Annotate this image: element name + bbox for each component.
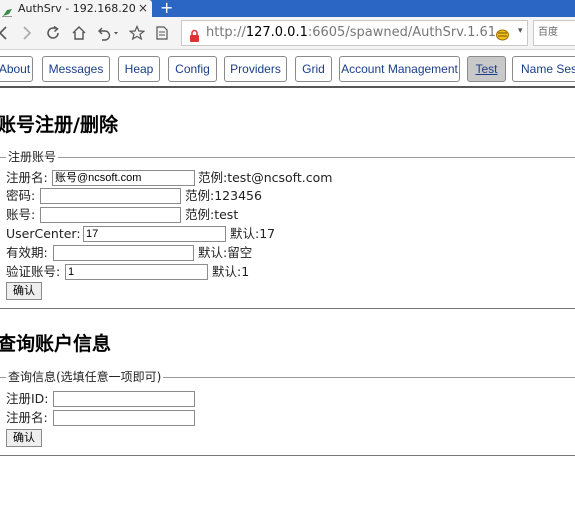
password-input[interactable] [40, 188, 181, 204]
tab-title: AuthSrv - 192.168.20.100 [18, 2, 136, 15]
verify-account-input[interactable]: 1 [65, 264, 208, 280]
query-legend: 查询信息(选填任意一项即可) [6, 369, 164, 385]
nav-grid-button[interactable]: Grid [295, 56, 332, 82]
undo-icon[interactable] [96, 25, 120, 41]
register-legend: 注册账号 [6, 149, 59, 165]
account-input[interactable] [40, 207, 181, 223]
field-label-account: 账号: [6, 207, 36, 222]
page-nav: About Messages Heap Config Providers Gri… [0, 50, 575, 88]
user-center-input[interactable]: 17 [83, 226, 226, 242]
register-confirm-button[interactable]: 确认 [6, 282, 42, 300]
user-center-hint: 默认:17 [230, 226, 276, 241]
browser-toolbar: http://127.0.0.1:6605/spawned/AuthSrv.1.… [0, 17, 575, 50]
field-label-query-register-name: 注册名: [6, 410, 48, 425]
extension-icon[interactable] [495, 26, 510, 45]
url-text: http://127.0.0.1:6605/spawned/AuthSrv.1.… [206, 25, 496, 40]
forward-icon[interactable] [21, 25, 33, 41]
section-divider [0, 308, 575, 309]
address-bar[interactable]: http://127.0.0.1:6605/spawned/AuthSrv.1.… [181, 20, 528, 46]
register-name-input[interactable]: 账号@ncsoft.com [52, 170, 195, 186]
tab-favicon-icon [2, 3, 13, 18]
home-icon[interactable] [71, 25, 87, 41]
register-name-hint: 范例:test@ncsoft.com [198, 170, 333, 185]
field-label-verify-account: 验证账号: [6, 264, 61, 279]
browser-tab[interactable]: AuthSrv - 192.168.20.100 × [0, 0, 152, 18]
query-confirm-button[interactable]: 确认 [6, 429, 42, 447]
nav-providers-button[interactable]: Providers [224, 56, 287, 82]
nav-config-button[interactable]: Config [168, 56, 217, 82]
nav-name-session-button[interactable]: Name Sess [512, 56, 575, 82]
query-register-name-input[interactable] [53, 410, 195, 426]
field-label-register-name: 注册名: [6, 170, 48, 185]
nav-about-button[interactable]: About [0, 56, 33, 82]
account-hint: 范例:test [185, 207, 239, 222]
verify-account-hint: 默认:1 [212, 264, 250, 279]
browser-tab-bar: AuthSrv - 192.168.20.100 × + [0, 0, 575, 18]
chevron-down-icon[interactable]: ▾ [518, 26, 523, 36]
nav-account-management-button[interactable]: Account Management [339, 56, 460, 82]
new-tab-button[interactable]: + [160, 0, 173, 17]
field-label-validity: 有效期: [6, 245, 48, 260]
register-id-input[interactable] [53, 391, 195, 407]
validity-hint: 默认:留空 [198, 245, 253, 260]
field-label-password: 密码: [6, 188, 36, 203]
field-label-user-center: UserCenter: [6, 226, 81, 241]
password-hint: 范例:123456 [185, 188, 262, 203]
search-engine-label: 百度 [538, 27, 558, 38]
field-label-register-id: 注册ID: [6, 391, 49, 406]
tab-close-icon[interactable]: × [138, 0, 148, 16]
reader-icon[interactable] [155, 25, 169, 41]
query-section-title: 查询账户信息 [0, 333, 112, 355]
validity-input[interactable] [53, 245, 194, 261]
nav-test-button[interactable]: Test [467, 56, 506, 82]
bottom-divider [0, 455, 575, 456]
search-box[interactable]: 百度 [533, 20, 575, 46]
bookmark-star-icon[interactable] [129, 25, 145, 41]
nav-heap-button[interactable]: Heap [118, 56, 160, 82]
back-icon[interactable] [0, 25, 9, 41]
lock-icon [189, 27, 200, 46]
register-section-title: 账号注册/删除 [0, 114, 118, 136]
nav-messages-button[interactable]: Messages [42, 56, 110, 82]
reload-icon[interactable] [45, 25, 61, 41]
